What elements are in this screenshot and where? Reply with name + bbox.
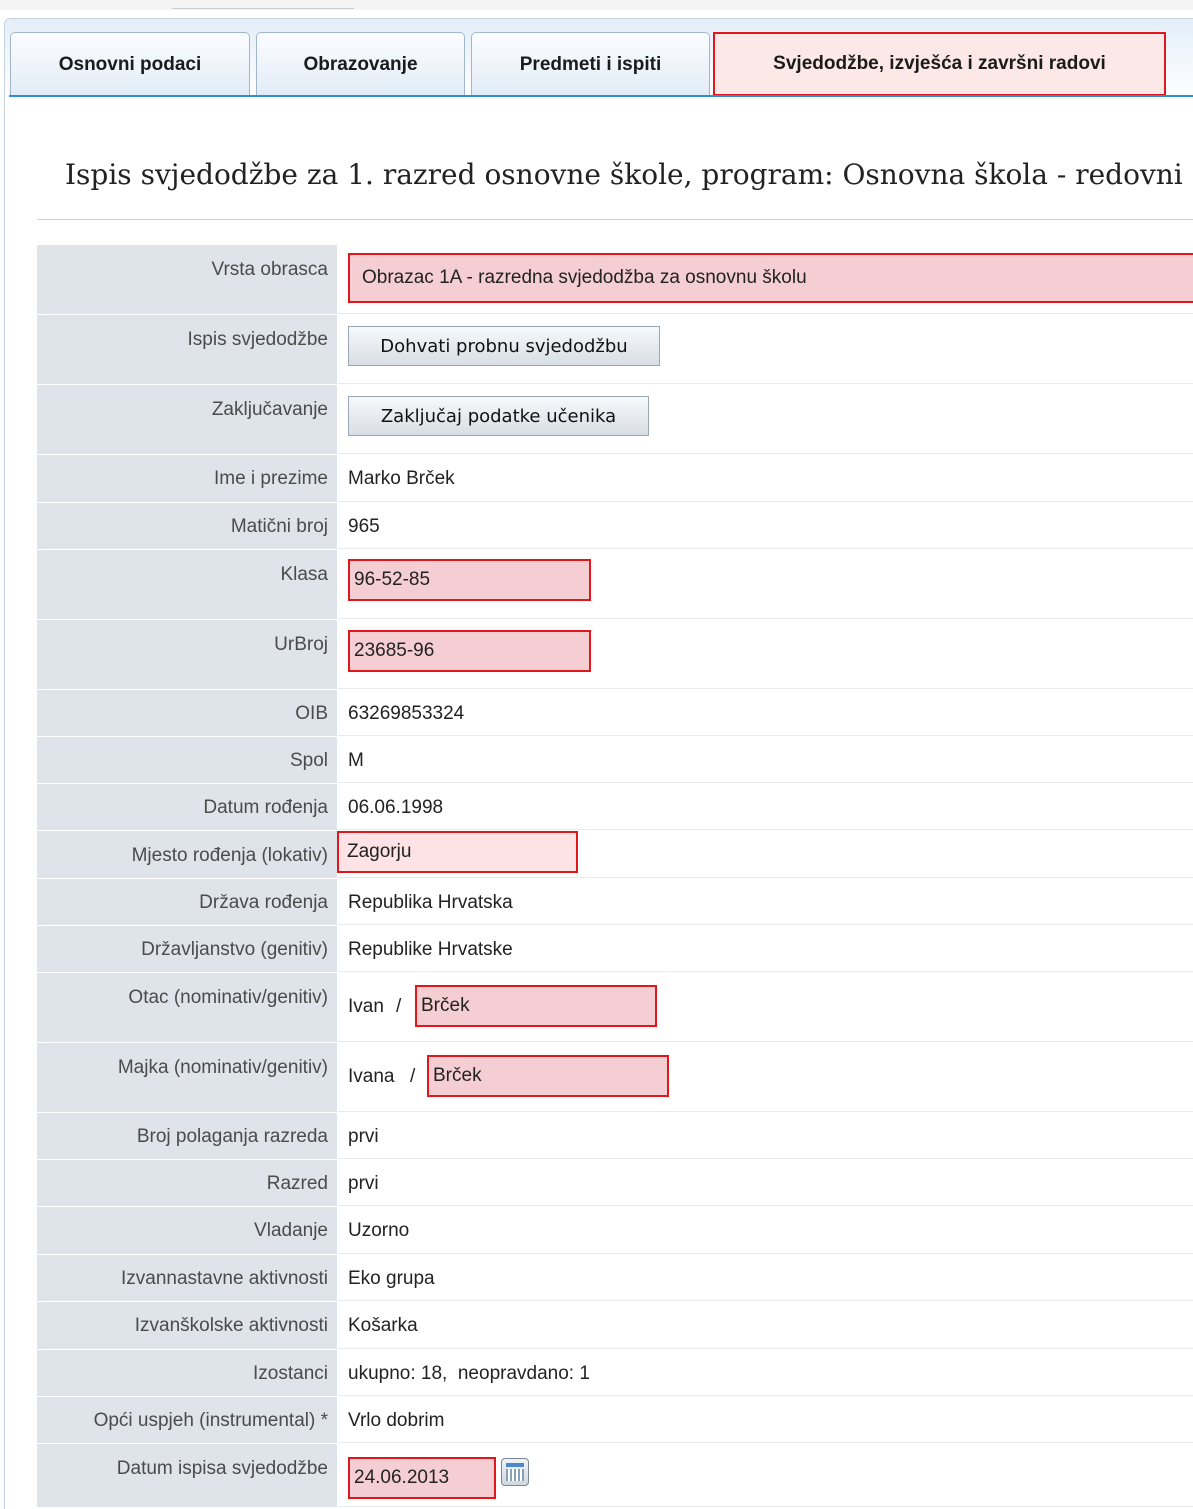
label-datum-rodenja: Datum rođenja bbox=[37, 784, 337, 830]
majka-genitiv-input[interactable] bbox=[427, 1055, 669, 1097]
label-opci-uspjeh: Opći uspjeh (instrumental) * bbox=[37, 1397, 337, 1443]
mjesto-rodenja-input[interactable] bbox=[337, 831, 578, 873]
label-urbroj: UrBroj bbox=[37, 620, 337, 689]
tab-svjedodzbe[interactable]: Svjedodžbe, izvješća i završni radovi bbox=[713, 32, 1166, 96]
label-majka: Majka (nominativ/genitiv) bbox=[37, 1043, 337, 1112]
row-izvannastavne: Izvannastavne aktivnosti Eko grupa bbox=[37, 1255, 1193, 1302]
label-broj-polaganja: Broj polaganja razreda bbox=[37, 1113, 337, 1159]
label-otac: Otac (nominativ/genitiv) bbox=[37, 973, 337, 1042]
label-datum-ispisa: Datum ispisa svjedodžbe bbox=[37, 1444, 337, 1507]
page-title: Ispis svjedodžbe za 1. razred osnovne šk… bbox=[65, 158, 1183, 191]
row-izvanskolske: Izvanškolske aktivnosti Košarka bbox=[37, 1302, 1193, 1350]
label-maticni-broj: Matični broj bbox=[37, 503, 337, 549]
value-majka-nominativ: Ivana bbox=[348, 1066, 395, 1087]
label-klasa: Klasa bbox=[37, 550, 337, 619]
label-zakljucavanje: Zaključavanje bbox=[37, 385, 337, 454]
label-mjesto-rodenja: Mjesto rođenja (lokativ) bbox=[37, 831, 337, 878]
row-drzava-rodenja: Država rođenja Republika Hrvatska bbox=[37, 879, 1193, 926]
value-drzavljanstvo: Republike Hrvatske bbox=[348, 939, 513, 960]
tab-osnovni-podaci[interactable]: Osnovni podaci bbox=[10, 32, 250, 96]
label-razred: Razred bbox=[37, 1160, 337, 1206]
value-ime-prezime: Marko Brček bbox=[348, 468, 455, 489]
top-tab-edge bbox=[172, 0, 354, 9]
otac-separator: / bbox=[396, 996, 402, 1017]
tab-obrazovanje[interactable]: Obrazovanje bbox=[256, 32, 465, 96]
row-oib: OIB 63269853324 bbox=[37, 690, 1193, 737]
dohvati-probnu-button[interactable]: Dohvati probnu svjedodžbu bbox=[348, 326, 660, 366]
label-vrsta-obrasca: Vrsta obrasca bbox=[37, 245, 337, 314]
vrsta-obrasca-select[interactable] bbox=[348, 253, 1193, 303]
value-maticni-broj: 965 bbox=[348, 516, 380, 537]
row-klasa: Klasa bbox=[37, 550, 1193, 620]
value-otac-nominativ: Ivan bbox=[348, 996, 384, 1017]
top-bar bbox=[0, 0, 1193, 10]
row-izostanci: Izostanci ukupno: 18, neopravdano: 1 bbox=[37, 1350, 1193, 1397]
label-izostanci: Izostanci bbox=[37, 1350, 337, 1396]
label-izvannastavne: Izvannastavne aktivnosti bbox=[37, 1255, 337, 1301]
label-vladanje: Vladanje bbox=[37, 1207, 337, 1254]
value-datum-rodenja: 06.06.1998 bbox=[348, 797, 444, 818]
tabs-underline bbox=[9, 95, 1193, 97]
value-drzava-rodenja: Republika Hrvatska bbox=[348, 892, 513, 913]
klasa-input[interactable] bbox=[348, 559, 591, 601]
row-broj-polaganja: Broj polaganja razreda prvi bbox=[37, 1113, 1193, 1160]
otac-genitiv-input[interactable] bbox=[415, 985, 657, 1027]
row-razred: Razred prvi bbox=[37, 1160, 1193, 1207]
calendar-icon[interactable] bbox=[501, 1458, 529, 1486]
row-drzavljanstvo: Državljanstvo (genitiv) Republike Hrvats… bbox=[37, 926, 1193, 973]
row-urbroj: UrBroj bbox=[37, 620, 1193, 690]
row-vladanje: Vladanje Uzorno bbox=[37, 1207, 1193, 1255]
label-ime-prezime: Ime i prezime bbox=[37, 455, 337, 502]
label-drzavljanstvo: Državljanstvo (genitiv) bbox=[37, 926, 337, 972]
majka-separator: / bbox=[410, 1066, 416, 1087]
row-datum-ispisa: Datum ispisa svjedodžbe bbox=[37, 1444, 1193, 1508]
label-drzava-rodenja: Država rođenja bbox=[37, 879, 337, 925]
row-otac: Otac (nominativ/genitiv) Ivan / bbox=[37, 973, 1193, 1043]
row-datum-rodenja: Datum rođenja 06.06.1998 bbox=[37, 784, 1193, 831]
row-vrsta-obrasca: Vrsta obrasca bbox=[37, 245, 1193, 315]
row-spol: Spol M bbox=[37, 737, 1193, 784]
row-ime-prezime: Ime i prezime Marko Brček bbox=[37, 455, 1193, 503]
label-izvanskolske: Izvanškolske aktivnosti bbox=[37, 1302, 337, 1349]
value-broj-polaganja: prvi bbox=[348, 1126, 379, 1147]
datum-ispisa-input[interactable] bbox=[348, 1457, 496, 1499]
value-izostanci: ukupno: 18, neopravdano: 1 bbox=[348, 1363, 590, 1384]
label-spol: Spol bbox=[37, 737, 337, 783]
value-razred: prvi bbox=[348, 1173, 379, 1194]
value-oib: 63269853324 bbox=[348, 703, 465, 724]
row-majka: Majka (nominativ/genitiv) Ivana / bbox=[37, 1043, 1193, 1113]
value-opci-uspjeh: Vrlo dobrim bbox=[348, 1410, 445, 1431]
row-opci-uspjeh: Opći uspjeh (instrumental) * Vrlo dobrim bbox=[37, 1397, 1193, 1444]
row-zakljucavanje: Zaključavanje Zaključaj podatke učenika bbox=[37, 385, 1193, 455]
zakljucaj-podatke-button[interactable]: Zaključaj podatke učenika bbox=[348, 396, 649, 436]
value-vladanje: Uzorno bbox=[348, 1220, 410, 1241]
urbroj-input[interactable] bbox=[348, 630, 591, 672]
label-ispis-svjedodzbe: Ispis svjedodžbe bbox=[37, 315, 337, 384]
label-oib: OIB bbox=[37, 690, 337, 736]
value-spol: M bbox=[348, 750, 364, 771]
row-ispis-svjedodzbe: Ispis svjedodžbe Dohvati probnu svjedodž… bbox=[37, 315, 1193, 385]
tab-predmeti-i-ispiti[interactable]: Predmeti i ispiti bbox=[471, 32, 710, 96]
row-maticni-broj: Matični broj 965 bbox=[37, 503, 1193, 550]
value-izvanskolske: Košarka bbox=[348, 1315, 418, 1336]
divider bbox=[37, 219, 1193, 220]
value-izvannastavne: Eko grupa bbox=[348, 1268, 435, 1289]
row-mjesto-rodenja: Mjesto rođenja (lokativ) bbox=[37, 831, 1193, 879]
